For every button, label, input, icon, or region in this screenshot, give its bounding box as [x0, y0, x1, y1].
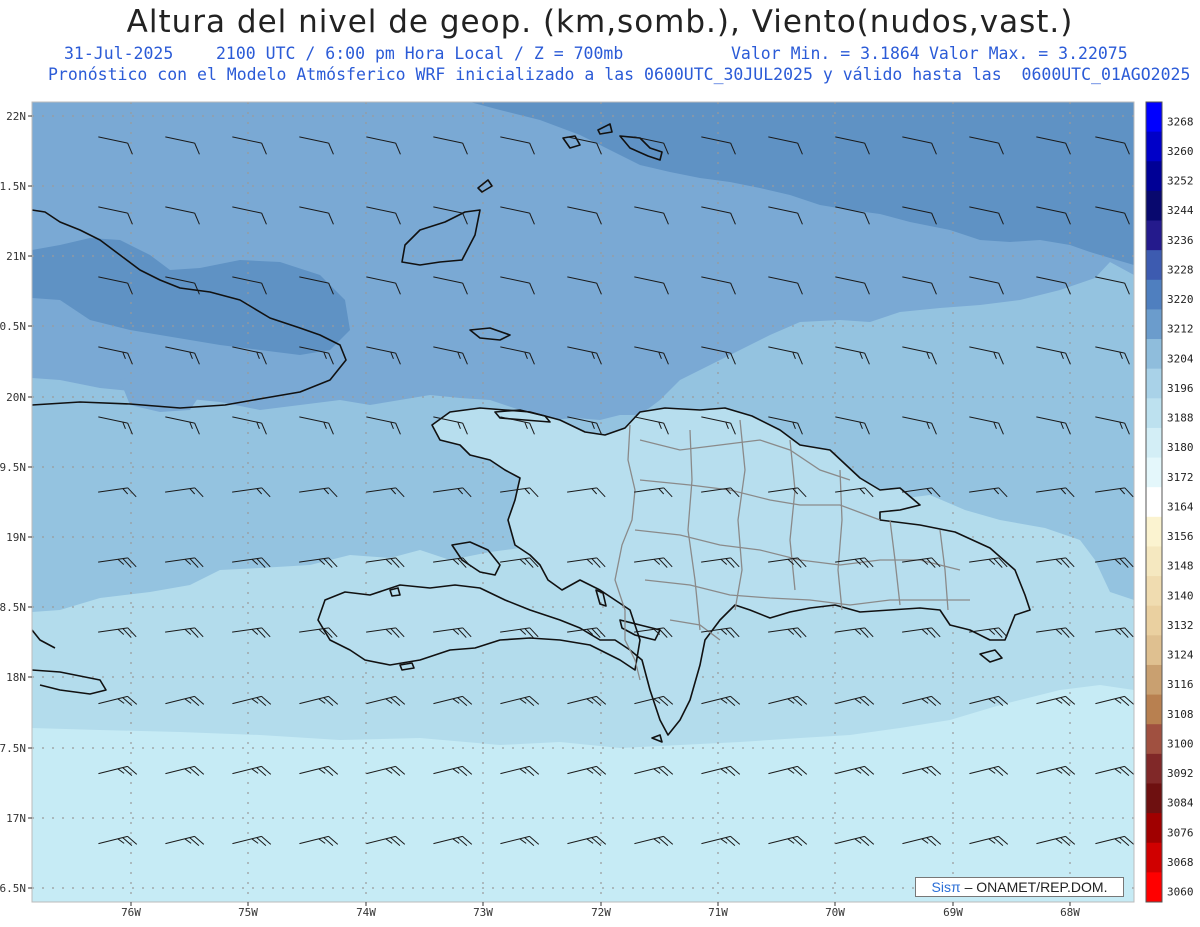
colorbar-label: 3100 [1167, 737, 1194, 750]
lon-label: 73W [473, 906, 493, 919]
colorbar-label: 3132 [1167, 619, 1194, 632]
colorbar-label: 3180 [1167, 441, 1194, 454]
colorbar-label: 3084 [1167, 797, 1194, 810]
footer-text: – ONAMET/REP.DOM. [964, 879, 1108, 895]
lat-label: 17N [6, 812, 26, 825]
colorbar-swatch [1146, 220, 1162, 251]
colorbar-label: 3148 [1167, 560, 1194, 573]
lat-label: 1.5N [0, 180, 26, 193]
colorbar-swatch [1146, 664, 1162, 696]
colorbar-label: 3108 [1167, 708, 1194, 721]
colorbar-label: 3196 [1167, 382, 1194, 395]
lon-label: 70W [825, 906, 845, 919]
colorbar-label: 3188 [1167, 412, 1194, 425]
lon-label: 75W [238, 906, 258, 919]
colorbar-swatch [1146, 339, 1162, 370]
lat-label: 7.5N [0, 742, 26, 755]
colorbar-swatch [1146, 250, 1162, 281]
lat-label: 21N [6, 250, 26, 263]
colorbar-swatch [1146, 635, 1162, 666]
colorbar-swatch [1146, 457, 1162, 488]
colorbar-label: 3124 [1167, 649, 1194, 662]
colorbar-swatch [1146, 783, 1162, 814]
lon-label: 68W [1060, 906, 1080, 919]
colorbar-label: 3268 [1167, 115, 1194, 128]
colorbar-swatch [1146, 546, 1162, 577]
colorbar-label: 3164 [1167, 500, 1194, 513]
colorbar-label: 3244 [1167, 204, 1194, 217]
colorbar-swatch [1146, 724, 1162, 755]
lat-label: 0.5N [0, 320, 26, 333]
colorbar-label: 3260 [1167, 145, 1194, 158]
colorbar-swatch [1146, 427, 1162, 459]
colorbar-swatch [1146, 872, 1162, 903]
colorbar-label: 3060 [1167, 886, 1194, 899]
colorbar: 3268 3260 3252 3244 3236 3228 3220 3212 3204 3196… [1145, 101, 1194, 903]
colorbar-label: 3252 [1167, 175, 1194, 188]
lat-label: 6.5N [0, 882, 26, 895]
colorbar-swatch [1146, 368, 1162, 399]
colorbar-label: 3092 [1167, 767, 1194, 780]
colorbar-label: 3172 [1167, 471, 1194, 484]
lon-label: 71W [708, 906, 728, 919]
colorbar-label: 3068 [1167, 856, 1194, 869]
colorbar-swatch [1146, 842, 1162, 873]
colorbar-swatch [1146, 161, 1162, 192]
colorbar-label: 3116 [1167, 678, 1194, 691]
colorbar-swatch [1146, 576, 1162, 607]
lat-label: 19N [6, 531, 26, 544]
lon-label: 76W [121, 906, 141, 919]
colorbar-label: 3204 [1167, 352, 1194, 365]
colorbar-label: 3228 [1167, 263, 1194, 276]
lat-label: 18N [6, 671, 26, 684]
colorbar-label: 3236 [1167, 234, 1194, 247]
colorbar-swatch [1146, 487, 1162, 518]
colorbar-swatch [1146, 309, 1162, 340]
colorbar-label: 3220 [1167, 293, 1194, 306]
lat-label: 8.5N [0, 601, 26, 614]
colorbar-swatch [1146, 102, 1162, 133]
colorbar-swatch [1146, 753, 1162, 784]
lon-label: 69W [943, 906, 963, 919]
colorbar-swatch [1146, 398, 1162, 429]
colorbar-swatch [1146, 131, 1162, 162]
lat-label: 22N [6, 110, 26, 123]
colorbar-swatch [1146, 279, 1162, 310]
colorbar-swatch [1146, 813, 1162, 844]
lon-label: 72W [591, 906, 611, 919]
footer-credit: Sisπ – ONAMET/REP.DOM. [915, 877, 1124, 897]
weather-map: 22N 1.5N 21N 0.5N 20N 9.5N 19N 8.5N 18N 7.5N 17N 6.… [0, 101, 1194, 919]
colorbar-swatch [1146, 190, 1162, 222]
lat-label: 20N [6, 391, 26, 404]
colorbar-swatch [1146, 605, 1162, 636]
colorbar-label: 3212 [1167, 323, 1194, 336]
lat-label: 9.5N [0, 461, 26, 474]
lon-label: 74W [356, 906, 376, 919]
colorbar-label: 3156 [1167, 530, 1194, 543]
colorbar-label: 3076 [1167, 826, 1194, 839]
sispi-logo: Sisπ [931, 879, 961, 895]
latitude-labels: 22N 1.5N 21N 0.5N 20N 9.5N 19N 8.5N 18N 7.5N 17N 6.… [0, 110, 32, 895]
colorbar-swatch [1146, 516, 1162, 547]
longitude-labels: 76W 75W 74W 73W 72W 71W 70W 69W 68W [121, 902, 1080, 919]
colorbar-label: 3140 [1167, 589, 1194, 602]
colorbar-swatch [1146, 694, 1162, 725]
